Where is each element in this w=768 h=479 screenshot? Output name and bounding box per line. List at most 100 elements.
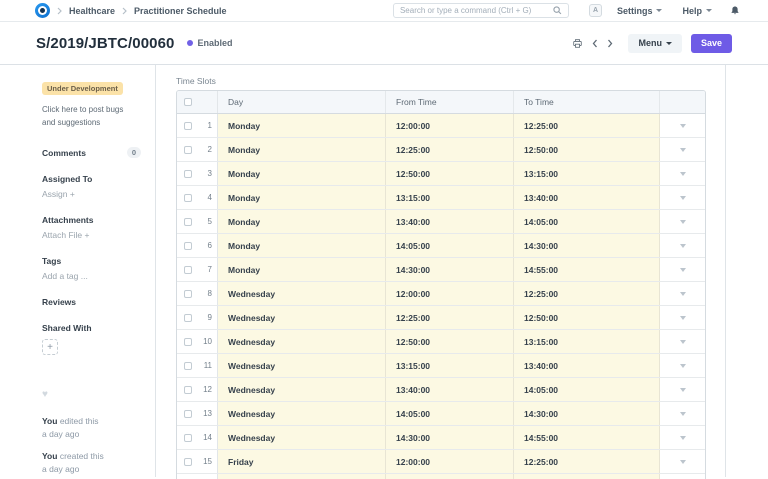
breadcrumb-healthcare[interactable]: Healthcare [69, 6, 115, 16]
row-index[interactable] [199, 474, 218, 479]
row-expand-button[interactable] [660, 162, 705, 185]
row-index[interactable]: 6 [199, 234, 218, 257]
cell-to[interactable] [514, 474, 660, 479]
row-expand-button[interactable] [660, 114, 705, 137]
row-index[interactable]: 7 [199, 258, 218, 281]
cell-day[interactable]: Wednesday [218, 378, 386, 401]
row-index[interactable]: 2 [199, 138, 218, 161]
row-index[interactable]: 5 [199, 210, 218, 233]
row-expand-button[interactable] [660, 354, 705, 377]
search-input[interactable] [400, 6, 553, 15]
cell-to[interactable]: 14:05:00 [514, 378, 660, 401]
cell-day[interactable]: Friday [218, 450, 386, 473]
cell-from[interactable]: 14:30:00 [386, 426, 514, 449]
row-checkbox[interactable] [184, 458, 192, 466]
row-index[interactable]: 8 [199, 282, 218, 305]
attach-file-button[interactable]: Attach File + [42, 230, 141, 240]
cell-from[interactable]: 14:30:00 [386, 258, 514, 281]
row-index[interactable]: 15 [199, 450, 218, 473]
like-heart-icon[interactable]: ♥ [42, 389, 141, 400]
bug-report-link[interactable]: Click here to post bugs and suggestions [42, 103, 138, 129]
cell-from[interactable]: 14:05:00 [386, 234, 514, 257]
row-checkbox[interactable] [184, 194, 192, 202]
cell-day[interactable]: Monday [218, 162, 386, 185]
cell-from[interactable]: 12:00:00 [386, 114, 514, 137]
row-expand-button[interactable] [660, 378, 705, 401]
cell-day[interactable]: Monday [218, 234, 386, 257]
cell-day[interactable]: Wednesday [218, 330, 386, 353]
app-logo[interactable] [35, 3, 50, 18]
row-expand-button[interactable] [660, 306, 705, 329]
row-checkbox[interactable] [184, 218, 192, 226]
row-expand-button[interactable] [660, 474, 705, 479]
row-checkbox[interactable] [184, 362, 192, 370]
row-index[interactable]: 4 [199, 186, 218, 209]
row-expand-button[interactable] [660, 450, 705, 473]
cell-to[interactable]: 13:40:00 [514, 186, 660, 209]
cell-day[interactable]: Wednesday [218, 402, 386, 425]
row-index[interactable]: 14 [199, 426, 218, 449]
cell-to[interactable]: 12:50:00 [514, 306, 660, 329]
row-checkbox[interactable] [184, 386, 192, 394]
row-checkbox[interactable] [184, 314, 192, 322]
cell-from[interactable]: 12:00:00 [386, 282, 514, 305]
cell-from[interactable]: 13:40:00 [386, 378, 514, 401]
cell-to[interactable]: 12:25:00 [514, 282, 660, 305]
row-index[interactable]: 3 [199, 162, 218, 185]
cell-day[interactable]: Monday [218, 258, 386, 281]
menu-button[interactable]: Menu [628, 34, 682, 53]
row-index[interactable]: 10 [199, 330, 218, 353]
cell-to[interactable]: 12:25:00 [514, 450, 660, 473]
cell-from[interactable]: 12:50:00 [386, 330, 514, 353]
cell-from[interactable]: 13:15:00 [386, 186, 514, 209]
cell-day[interactable] [218, 474, 386, 479]
cell-to[interactable]: 14:30:00 [514, 234, 660, 257]
cell-from[interactable] [386, 474, 514, 479]
row-expand-button[interactable] [660, 138, 705, 161]
row-checkbox[interactable] [184, 146, 192, 154]
cell-from[interactable]: 14:05:00 [386, 402, 514, 425]
breadcrumb-practitioner-schedule[interactable]: Practitioner Schedule [134, 6, 227, 16]
cell-day[interactable]: Monday [218, 114, 386, 137]
row-expand-button[interactable] [660, 234, 705, 257]
cell-from[interactable]: 12:25:00 [386, 306, 514, 329]
cell-from[interactable]: 12:00:00 [386, 450, 514, 473]
row-checkbox[interactable] [184, 290, 192, 298]
row-expand-button[interactable] [660, 210, 705, 233]
row-expand-button[interactable] [660, 282, 705, 305]
cell-to[interactable]: 13:15:00 [514, 330, 660, 353]
select-all-checkbox[interactable] [184, 98, 192, 106]
cell-to[interactable]: 13:40:00 [514, 354, 660, 377]
cell-from[interactable]: 13:15:00 [386, 354, 514, 377]
prev-record-icon[interactable] [592, 39, 598, 48]
row-checkbox[interactable] [184, 266, 192, 274]
row-expand-button[interactable] [660, 402, 705, 425]
row-checkbox[interactable] [184, 434, 192, 442]
notifications-bell-icon[interactable] [730, 5, 740, 16]
cell-from[interactable]: 13:40:00 [386, 210, 514, 233]
cell-day[interactable]: Monday [218, 210, 386, 233]
cell-to[interactable]: 12:25:00 [514, 114, 660, 137]
row-expand-button[interactable] [660, 426, 705, 449]
cell-day[interactable]: Wednesday [218, 354, 386, 377]
cell-day[interactable]: Wednesday [218, 306, 386, 329]
cell-to[interactable]: 14:55:00 [514, 426, 660, 449]
row-expand-button[interactable] [660, 186, 705, 209]
cell-day[interactable]: Monday [218, 138, 386, 161]
cell-to[interactable]: 13:15:00 [514, 162, 660, 185]
cell-day[interactable]: Wednesday [218, 426, 386, 449]
help-menu[interactable]: Help [682, 6, 712, 16]
cell-from[interactable]: 12:50:00 [386, 162, 514, 185]
add-tag-input[interactable]: Add a tag ... [42, 271, 141, 281]
row-index[interactable]: 9 [199, 306, 218, 329]
row-index[interactable]: 1 [199, 114, 218, 137]
print-icon[interactable] [572, 38, 583, 49]
row-expand-button[interactable] [660, 330, 705, 353]
cell-to[interactable]: 12:50:00 [514, 138, 660, 161]
assign-button[interactable]: Assign + [42, 189, 141, 199]
cell-day[interactable]: Wednesday [218, 282, 386, 305]
next-record-icon[interactable] [607, 39, 613, 48]
cell-from[interactable]: 12:25:00 [386, 138, 514, 161]
cell-to[interactable]: 14:05:00 [514, 210, 660, 233]
share-add-button[interactable]: + [42, 339, 58, 355]
